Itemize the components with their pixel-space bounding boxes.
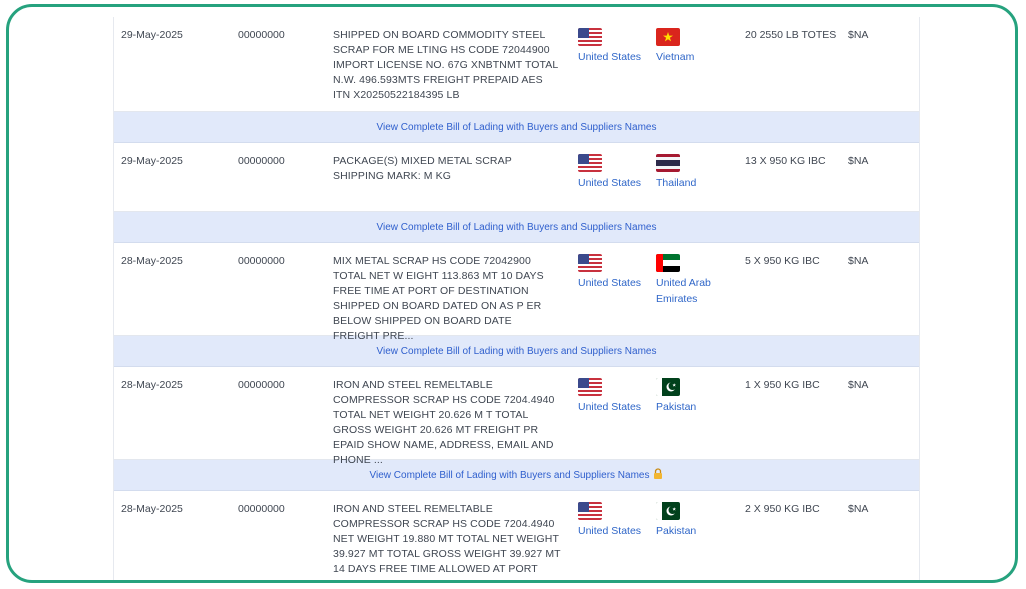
shipment-quantity: 13 X 950 KG IBC <box>745 155 826 167</box>
shipment-quantity: 20 2550 LB TOTES <box>745 29 837 41</box>
shipment-description: PACKAGE(S) MIXED METAL SCRAP SHIPPING MA… <box>333 155 512 182</box>
pakistan-flag-icon <box>656 502 680 520</box>
origin-country[interactable]: United States <box>578 254 648 292</box>
destination-country[interactable]: Thailand <box>656 154 740 192</box>
origin-country-name[interactable]: United States <box>578 277 641 289</box>
shipment-description: MIX METAL SCRAP HS CODE 72042900 TOTAL N… <box>333 255 544 342</box>
shipment-value: $NA <box>848 503 869 515</box>
table-row: 28-May-2025 00000000 IRON AND STEEL REME… <box>114 491 919 580</box>
destination-country-name[interactable]: Pakistan <box>656 401 696 413</box>
shipment-description: IRON AND STEEL REMELTABLE COMPRESSOR SCR… <box>333 503 561 580</box>
origin-country[interactable]: United States <box>578 28 648 66</box>
destination-country-name[interactable]: United Arab Emirates <box>656 277 711 305</box>
destination-country-name[interactable]: Pakistan <box>656 525 696 537</box>
view-bill-of-lading-link[interactable]: View Complete Bill of Lading with Buyers… <box>377 346 657 357</box>
destination-country[interactable]: Vietnam <box>656 28 740 66</box>
shipment-date: 29-May-2025 <box>121 29 183 41</box>
shipment-date: 28-May-2025 <box>121 379 183 391</box>
table-row: 29-May-2025 00000000 SHIPPED ON BOARD CO… <box>114 17 919 112</box>
destination-country[interactable]: United Arab Emirates <box>656 254 740 307</box>
us-flag-icon <box>578 502 602 520</box>
destination-country-name[interactable]: Vietnam <box>656 51 694 63</box>
table-row: 28-May-2025 00000000 IRON AND STEEL REME… <box>114 367 919 466</box>
shipment-date: 28-May-2025 <box>121 503 183 515</box>
us-flag-icon <box>578 28 602 46</box>
origin-country-name[interactable]: United States <box>578 525 641 537</box>
shipment-value: $NA <box>848 29 869 41</box>
destination-country[interactable]: Pakistan <box>656 378 740 416</box>
shipment-value: $NA <box>848 255 869 267</box>
shipment-number: 00000000 <box>238 155 285 167</box>
shipment-value: $NA <box>848 379 869 391</box>
shipment-quantity: 1 X 950 KG IBC <box>745 379 820 391</box>
shipment-description: SHIPPED ON BOARD COMMODITY STEEL SCRAP F… <box>333 29 558 101</box>
us-flag-icon <box>578 154 602 172</box>
screenshot-frame: 29-May-2025 00000000 SHIPPED ON BOARD CO… <box>6 4 1018 583</box>
shipment-table: 29-May-2025 00000000 SHIPPED ON BOARD CO… <box>113 17 920 580</box>
vietnam-flag-icon <box>656 28 680 46</box>
origin-country-name[interactable]: United States <box>578 177 641 189</box>
origin-country[interactable]: United States <box>578 502 648 540</box>
destination-country-name[interactable]: Thailand <box>656 177 696 189</box>
pakistan-flag-icon <box>656 378 680 396</box>
origin-country[interactable]: United States <box>578 154 648 192</box>
origin-country-name[interactable]: United States <box>578 51 641 63</box>
bill-of-lading-row: View Complete Bill of Lading with Buyers… <box>114 212 919 243</box>
shipment-date: 28-May-2025 <box>121 255 183 267</box>
view-bill-of-lading-link[interactable]: View Complete Bill of Lading with Buyers… <box>370 470 650 481</box>
origin-country[interactable]: United States <box>578 378 648 416</box>
table-row: 28-May-2025 00000000 MIX METAL SCRAP HS … <box>114 243 919 342</box>
shipment-quantity: 2 X 950 KG IBC <box>745 503 820 515</box>
uae-flag-icon <box>656 254 680 272</box>
lock-icon <box>653 466 663 484</box>
destination-country[interactable]: Pakistan <box>656 502 740 540</box>
shipment-number: 00000000 <box>238 255 285 267</box>
shipment-number: 00000000 <box>238 379 285 391</box>
us-flag-icon <box>578 254 602 272</box>
shipment-quantity: 5 X 950 KG IBC <box>745 255 820 267</box>
shipment-number: 00000000 <box>238 503 285 515</box>
view-bill-of-lading-link[interactable]: View Complete Bill of Lading with Buyers… <box>377 222 657 233</box>
origin-country-name[interactable]: United States <box>578 401 641 413</box>
shipment-value: $NA <box>848 155 869 167</box>
bill-of-lading-row: View Complete Bill of Lading with Buyers… <box>114 112 919 143</box>
shipment-date: 29-May-2025 <box>121 155 183 167</box>
thailand-flag-icon <box>656 154 680 172</box>
shipment-description: IRON AND STEEL REMELTABLE COMPRESSOR SCR… <box>333 379 555 466</box>
table-row: 29-May-2025 00000000 PACKAGE(S) MIXED ME… <box>114 143 919 212</box>
us-flag-icon <box>578 378 602 396</box>
view-bill-of-lading-link[interactable]: View Complete Bill of Lading with Buyers… <box>377 122 657 133</box>
shipment-number: 00000000 <box>238 29 285 41</box>
